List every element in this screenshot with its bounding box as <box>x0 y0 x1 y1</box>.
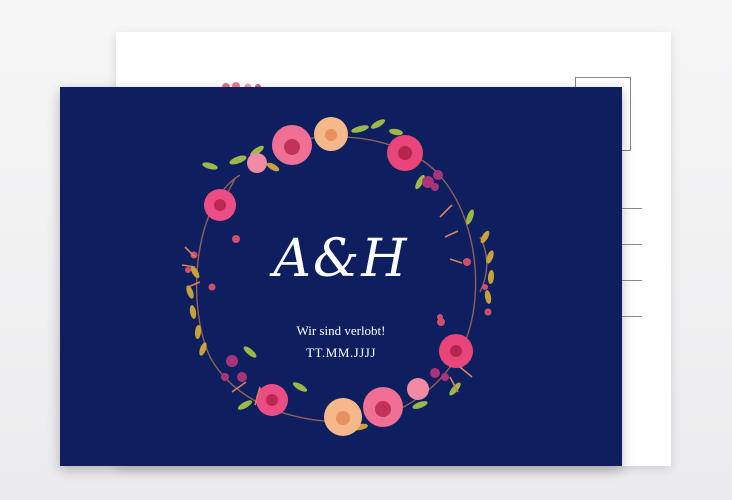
monogram: A&H <box>273 229 409 289</box>
address-line <box>622 244 642 245</box>
address-line <box>622 208 642 209</box>
date-placeholder: TT.MM.JJJJ <box>306 345 376 360</box>
subtitle: Wir sind verlobt! <box>296 323 386 338</box>
address-line <box>622 280 642 281</box>
postcard-front: A&H Wir sind verlobt! TT.MM.JJJJ <box>60 87 622 466</box>
address-line <box>622 316 642 317</box>
